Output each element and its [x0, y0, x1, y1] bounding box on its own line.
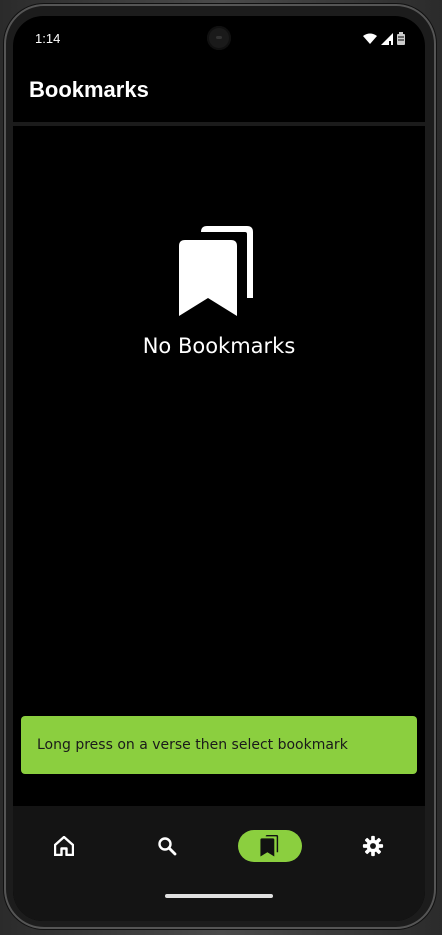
front-camera — [207, 26, 231, 50]
home-icon — [54, 836, 74, 856]
snackbar-message: Long press on a verse then select bookma… — [37, 737, 348, 753]
status-icons — [363, 32, 405, 45]
screen: 1:14 Bookmarks No Bookmarks Long press o… — [13, 16, 425, 921]
nav-settings[interactable] — [341, 830, 405, 862]
bookmarks-icon — [179, 226, 253, 316]
wifi-icon — [363, 33, 377, 44]
snackbar: Long press on a verse then select bookma… — [21, 716, 417, 774]
page-title: Bookmarks — [29, 77, 149, 102]
gear-icon — [362, 835, 384, 857]
bookmarks-icon — [260, 835, 279, 857]
app-bar: Bookmarks — [13, 60, 425, 122]
search-icon — [158, 837, 177, 856]
empty-state-message: No Bookmarks — [142, 334, 296, 358]
device-frame: 1:14 Bookmarks No Bookmarks Long press o… — [0, 0, 442, 935]
nav-bookmarks[interactable] — [238, 830, 302, 862]
battery-icon — [397, 32, 405, 45]
home-indicator[interactable] — [165, 894, 273, 898]
signal-icon — [381, 32, 393, 45]
nav-search[interactable] — [135, 830, 199, 862]
empty-state: No Bookmarks — [13, 226, 425, 358]
nav-home[interactable] — [32, 830, 96, 862]
status-bar: 1:14 — [13, 16, 425, 60]
bottom-nav — [13, 806, 425, 921]
status-time: 1:14 — [35, 31, 61, 46]
header-divider — [13, 122, 425, 126]
